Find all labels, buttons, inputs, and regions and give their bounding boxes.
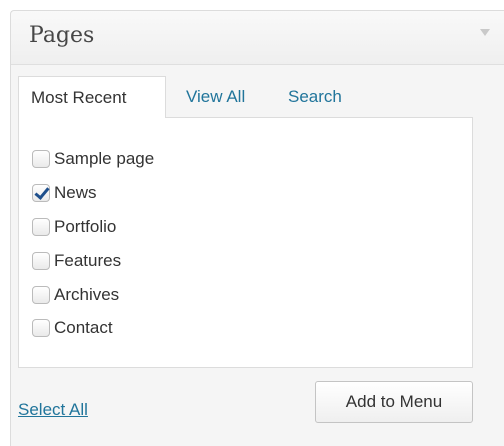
list-item-portfolio[interactable]: Portfolio [32,214,116,240]
tab-search[interactable]: Search [288,76,342,118]
list-item-sample-page[interactable]: Sample page [32,146,154,172]
item-label: Sample page [54,149,155,168]
checkbox[interactable] [32,150,50,168]
panel-title: Pages [29,23,95,48]
checkbox[interactable] [32,286,50,304]
select-all-link[interactable]: Select All [18,400,88,420]
list-item-archives[interactable]: Archives [32,282,119,308]
tab-view-all[interactable]: View All [186,76,245,118]
panel-header[interactable]: Pages [11,11,504,65]
checkbox[interactable] [32,252,50,270]
checkbox-checked[interactable] [32,184,50,202]
checkbox[interactable] [32,218,50,236]
item-label: Portfolio [54,217,117,236]
item-label: Archives [54,285,120,304]
checkbox[interactable] [32,319,50,337]
list-item-news[interactable]: News [32,180,97,206]
tab-most-recent[interactable]: Most Recent [18,76,166,118]
add-to-menu-button[interactable]: Add to Menu [315,381,473,423]
item-label: Contact [54,318,113,337]
item-label: Features [54,251,122,270]
list-item-features[interactable]: Features [32,248,121,274]
list-item-contact[interactable]: Contact [32,315,113,341]
triangle-down-icon[interactable] [480,29,490,36]
item-label: News [54,183,97,202]
